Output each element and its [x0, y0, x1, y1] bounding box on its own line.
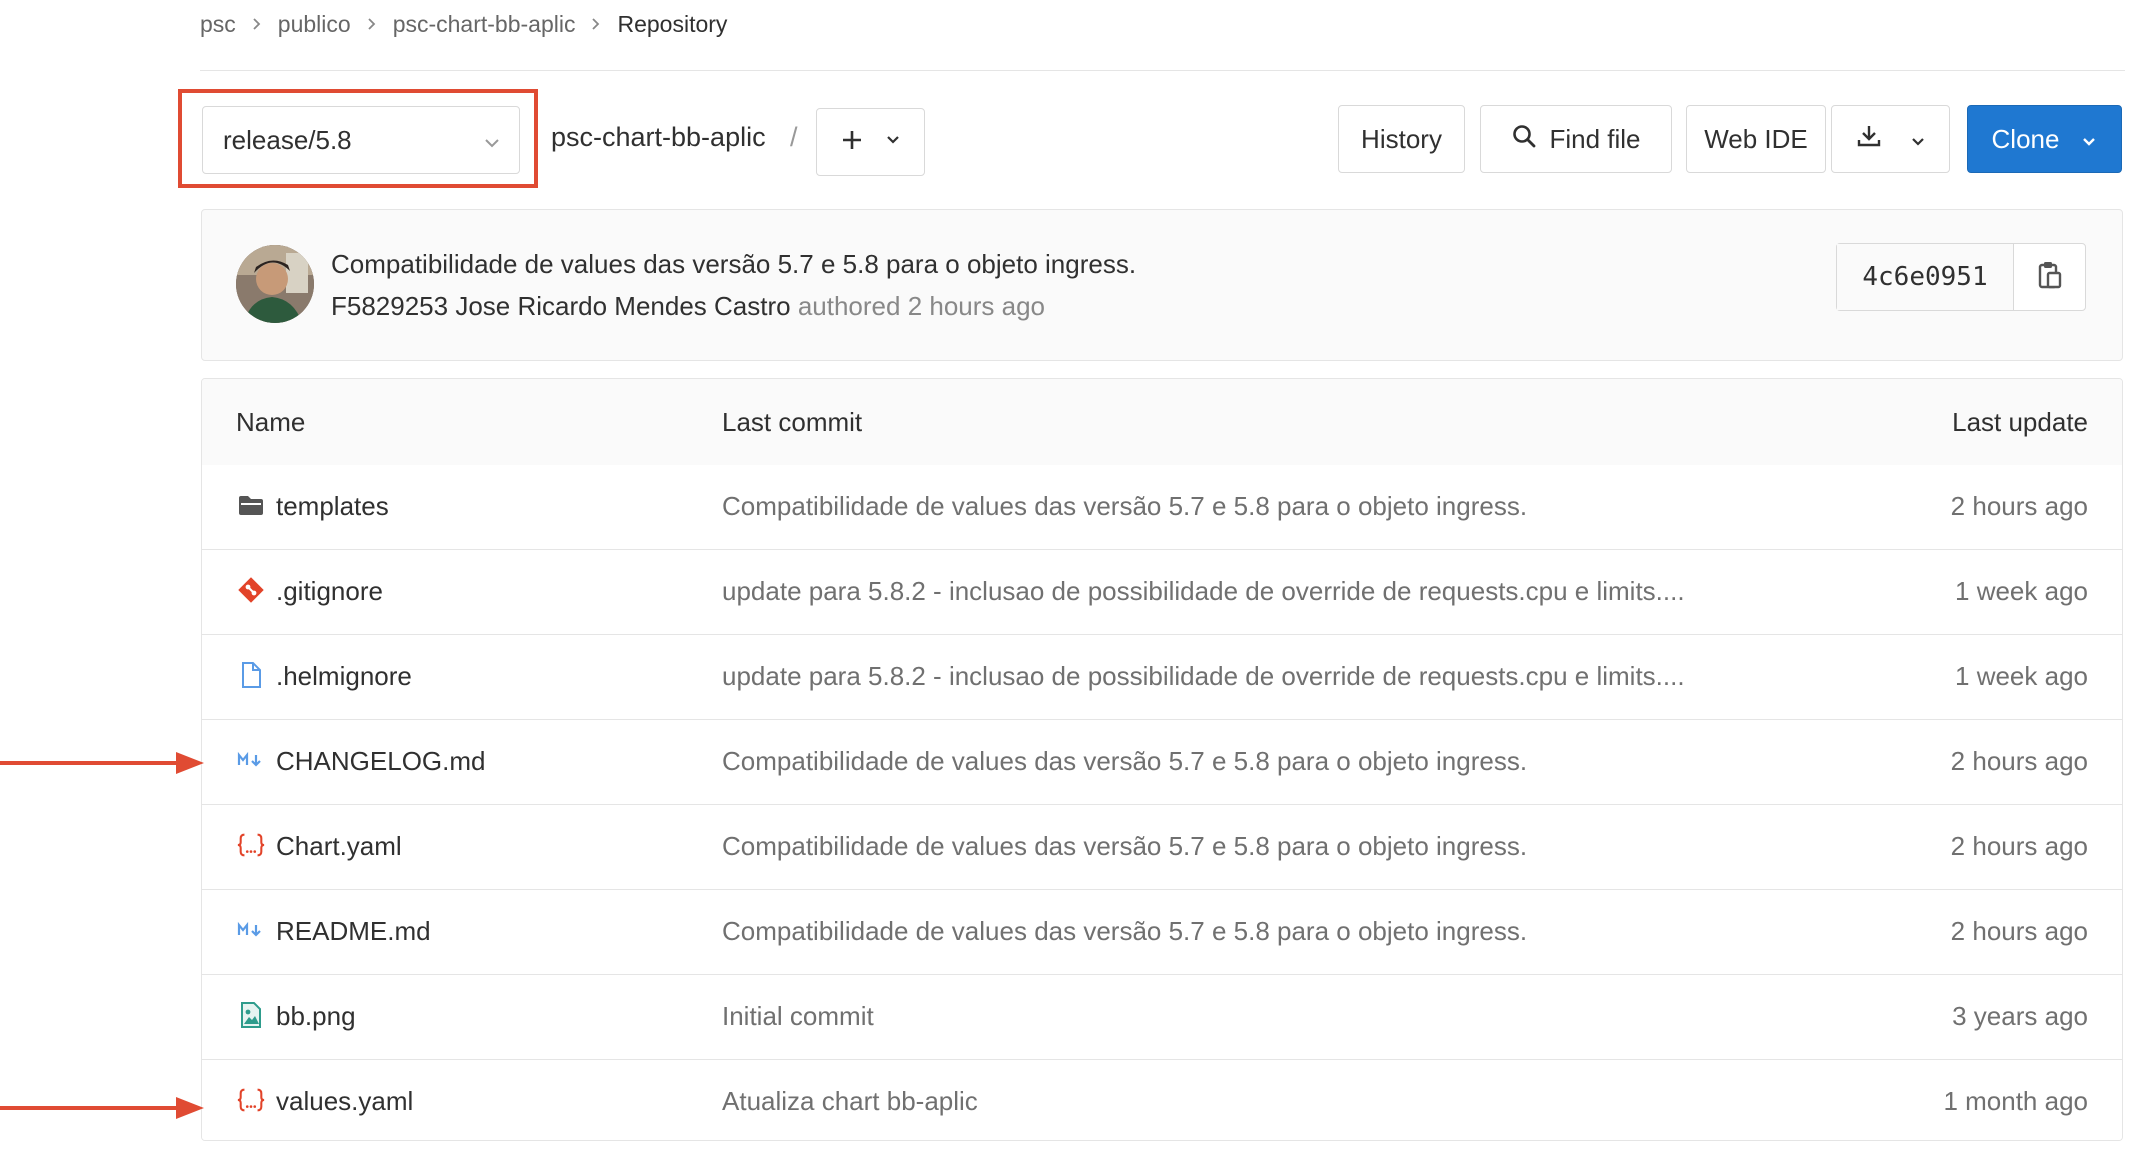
chevron-right-icon: [591, 17, 601, 31]
table-row[interactable]: values.yaml Atualiza chart bb-aplic 1 mo…: [202, 1060, 2122, 1140]
row-commit-link[interactable]: Compatibilidade de values das versão 5.7…: [722, 831, 1527, 862]
row-last-update: 1 month ago: [1943, 1086, 2088, 1116]
history-button[interactable]: History: [1338, 105, 1465, 173]
copy-sha-button[interactable]: [2014, 244, 2085, 310]
file-name-link[interactable]: bb.png: [276, 1001, 356, 1032]
download-icon: [1856, 123, 1882, 156]
clone-label: Clone: [1991, 123, 2060, 154]
commit-meta: F5829253 Jose Ricardo Mendes Castro auth…: [331, 291, 1045, 322]
file-name-link[interactable]: CHANGELOG.md: [276, 746, 486, 777]
chevron-right-icon: [367, 17, 377, 31]
file-name-link[interactable]: .helmignore: [276, 661, 412, 692]
last-commit-panel: [201, 209, 2123, 361]
file-name-link[interactable]: values.yaml: [276, 1086, 413, 1117]
clone-button[interactable]: Clone: [1967, 105, 2122, 173]
column-header-last-commit: Last commit: [722, 407, 863, 437]
commit-title-link[interactable]: Compatibilidade de values das versão 5.7…: [331, 249, 1136, 280]
row-last-update: 2 hours ago: [1950, 916, 2088, 946]
plus-icon: [841, 129, 863, 156]
table-row[interactable]: Chart.yaml Compatibilidade de values das…: [202, 805, 2122, 890]
chevron-down-icon: [1910, 124, 1926, 155]
row-commit-link[interactable]: Atualiza chart bb-aplic: [722, 1086, 978, 1117]
find-file-button[interactable]: Find file: [1480, 105, 1672, 173]
annotation-arrow-icon: [0, 1097, 204, 1119]
row-commit-link[interactable]: Compatibilidade de values das versão 5.7…: [722, 746, 1527, 777]
file-name-link[interactable]: .gitignore: [276, 576, 383, 607]
chevron-down-icon: [885, 133, 901, 151]
row-commit-link[interactable]: Compatibilidade de values das versão 5.7…: [722, 916, 1527, 947]
table-row[interactable]: README.md Compatibilidade de values das …: [202, 890, 2122, 975]
row-last-update: 1 week ago: [1955, 661, 2088, 691]
commit-author-link[interactable]: F5829253 Jose Ricardo Mendes Castro: [331, 291, 791, 321]
find-file-label: Find file: [1549, 123, 1641, 154]
search-icon: [1511, 123, 1537, 156]
folder-icon: [236, 490, 266, 520]
file-name-link[interactable]: Chart.yaml: [276, 831, 402, 862]
add-dropdown-button[interactable]: [816, 108, 925, 176]
table-row[interactable]: .helmignore update para 5.8.2 - inclusao…: [202, 635, 2122, 720]
row-commit-link[interactable]: Compatibilidade de values das versão 5.7…: [722, 491, 1527, 522]
clipboard-icon: [2037, 260, 2063, 295]
annotation-highlight-box: [178, 89, 538, 188]
row-last-update: 3 years ago: [1952, 1001, 2088, 1031]
row-commit-link[interactable]: update para 5.8.2 - inclusao de possibil…: [722, 576, 1685, 607]
chevron-down-icon: [2081, 124, 2097, 155]
breadcrumb-project[interactable]: psc-chart-bb-aplic: [393, 11, 576, 38]
web-ide-button[interactable]: Web IDE: [1686, 105, 1826, 173]
breadcrumb: psc publico psc-chart-bb-aplic Repositor…: [200, 6, 727, 42]
row-last-update: 2 hours ago: [1950, 491, 2088, 521]
markdown-icon: [236, 915, 266, 945]
table-row[interactable]: templates Compatibilidade de values das …: [202, 465, 2122, 550]
path-separator: /: [790, 122, 798, 152]
avatar[interactable]: [236, 245, 314, 323]
repo-path-link[interactable]: psc-chart-bb-aplic: [551, 122, 766, 153]
commit-sha-group: 4c6e0951: [1836, 243, 2086, 311]
yaml-icon: [236, 1085, 266, 1115]
table-row[interactable]: .gitignore update para 5.8.2 - inclusao …: [202, 550, 2122, 635]
image-file-icon: [236, 1000, 266, 1030]
markdown-icon: [236, 745, 266, 775]
table-row[interactable]: bb.png Initial commit 3 years ago: [202, 975, 2122, 1060]
breadcrumb-psc[interactable]: psc: [200, 11, 236, 38]
row-last-update: 2 hours ago: [1950, 746, 2088, 776]
annotation-arrow-icon: [0, 752, 204, 774]
file-tree-table: Name Last commit Last update templates C…: [201, 378, 2123, 1141]
yaml-icon: [236, 830, 266, 860]
file-icon: [236, 660, 266, 690]
git-icon: [236, 575, 266, 605]
download-dropdown-button[interactable]: [1831, 105, 1950, 173]
commit-sha-link[interactable]: 4c6e0951: [1837, 244, 2014, 310]
row-commit-link[interactable]: update para 5.8.2 - inclusao de possibil…: [722, 661, 1685, 692]
row-commit-link[interactable]: Initial commit: [722, 1001, 874, 1032]
row-last-update: 1 week ago: [1955, 576, 2088, 606]
commit-authored-time: authored 2 hours ago: [797, 291, 1046, 321]
row-last-update: 2 hours ago: [1950, 831, 2088, 861]
breadcrumb-publico[interactable]: publico: [278, 11, 351, 38]
chevron-right-icon: [252, 17, 262, 31]
column-header-name: Name: [236, 407, 306, 437]
file-name-link[interactable]: README.md: [276, 916, 431, 947]
divider: [200, 70, 2125, 71]
table-header: Name Last commit Last update: [202, 379, 2122, 466]
column-header-last-update: Last update: [1952, 407, 2088, 437]
file-name-link[interactable]: templates: [276, 491, 389, 522]
breadcrumb-repository[interactable]: Repository: [617, 11, 727, 38]
table-row[interactable]: CHANGELOG.md Compatibilidade de values d…: [202, 720, 2122, 805]
